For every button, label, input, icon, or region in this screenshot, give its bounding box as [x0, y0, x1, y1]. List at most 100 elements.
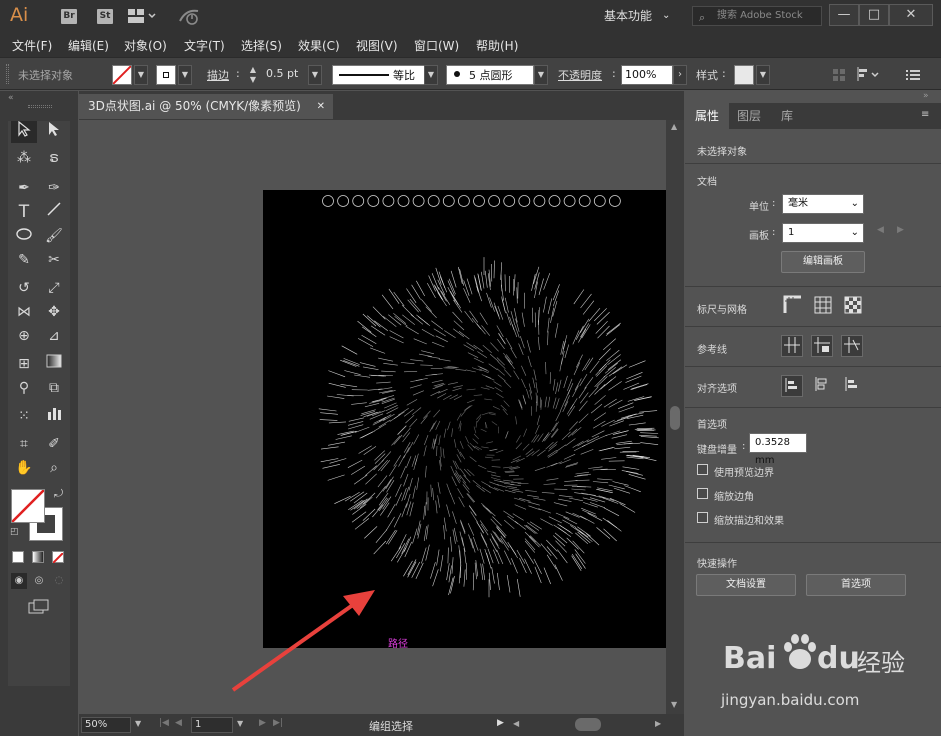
ruler-icon[interactable] [782, 295, 804, 317]
scroll-right-icon[interactable]: ▶ [655, 719, 661, 728]
stroke-swatch[interactable] [156, 65, 176, 85]
zoom-field[interactable]: 50% [81, 717, 131, 733]
last-artboard-icon[interactable]: ▶| [273, 718, 283, 728]
first-artboard-icon[interactable]: |◀ [159, 718, 169, 728]
menu-edit[interactable]: 编辑(E) [68, 37, 109, 54]
fill-swatch[interactable] [112, 65, 132, 85]
scissors-tool-icon[interactable]: ✂ [41, 249, 67, 271]
pen-tool-icon[interactable]: ✒ [11, 177, 37, 199]
collapse-right-panel-icon[interactable]: » [923, 91, 929, 101]
menu-help[interactable]: 帮助(H) [476, 37, 518, 54]
screen-mode-icon[interactable] [28, 599, 50, 615]
menu-view[interactable]: 视图(V) [356, 37, 398, 54]
artboard-dropdown-icon[interactable]: ▼ [237, 719, 243, 728]
preferences-button[interactable]: 首选项 [806, 574, 906, 596]
column-graph-tool-icon[interactable] [41, 405, 67, 427]
menu-window[interactable]: 窗口(W) [414, 37, 459, 54]
shaper-tool-icon[interactable]: ✎ [11, 249, 37, 271]
minimize-button[interactable]: — [829, 4, 859, 26]
workspace-switcher[interactable]: 基本功能 ⌄ [596, 5, 680, 27]
opacity-slider-toggle[interactable]: › [673, 65, 687, 85]
lock-guides-icon[interactable] [811, 335, 833, 357]
stroke-stepper[interactable]: ▲ ▼ [246, 65, 260, 85]
unit-select[interactable]: 毫米 ⌄ [782, 194, 864, 214]
lasso-tool-icon[interactable]: ຣ [41, 147, 67, 169]
bridge-button[interactable]: Br [61, 9, 77, 24]
puppet-warp-tool-icon[interactable]: ✥ [41, 301, 67, 323]
smart-guides-icon[interactable] [841, 335, 863, 357]
gradient-tool-icon[interactable] [41, 353, 67, 375]
menu-file[interactable]: 文件(F) [12, 37, 52, 54]
tab-properties[interactable]: 属性 [685, 103, 730, 129]
tab-layers[interactable]: 图层 [727, 103, 771, 129]
line-tool-icon[interactable] [41, 201, 67, 223]
align-to-artboard-icon[interactable] [841, 375, 863, 397]
prev-artboard-icon[interactable]: ◀ [877, 225, 884, 235]
mesh-tool-icon[interactable]: ⊞ [11, 353, 37, 375]
none-mode-icon[interactable] [52, 551, 64, 564]
keyboard-increment-field[interactable]: 0.3528 mm [749, 433, 807, 466]
status-menu-icon[interactable]: ▶ [497, 718, 504, 728]
hand-tool-icon[interactable]: ✋ [11, 457, 37, 479]
eyedropper-tool-icon[interactable]: ⚲ [11, 377, 37, 399]
graphic-style-dropdown[interactable]: ▼ [756, 65, 770, 85]
stock-search-input[interactable]: ⌕ 搜索 Adobe Stock [692, 6, 822, 26]
brush-dropdown[interactable]: ▼ [534, 65, 548, 85]
menu-effect[interactable]: 效果(C) [298, 37, 340, 54]
type-tool-icon[interactable]: T [11, 201, 37, 223]
scroll-left-icon[interactable]: ◀ [513, 719, 519, 728]
magic-wand-tool-icon[interactable]: ⁂ [11, 147, 37, 169]
vertical-scrollbar[interactable]: ▲ ▼ [666, 120, 684, 714]
swap-fill-stroke-icon[interactable]: ⤾ [54, 487, 63, 501]
artboard-select[interactable]: 1 ⌄ [782, 223, 864, 243]
document-tab-close[interactable]: ✕ [317, 94, 325, 119]
show-guides-icon[interactable] [781, 335, 803, 357]
grid-icon[interactable] [812, 295, 834, 317]
artboard-tool-icon[interactable]: ⌗ [11, 433, 37, 455]
stroke-dropdown[interactable]: ▼ [178, 65, 192, 85]
direct-selection-tool-icon[interactable] [41, 121, 67, 143]
color-mode-icon[interactable] [12, 551, 24, 563]
fill-color-front[interactable] [11, 489, 45, 523]
scale-tool-icon[interactable]: ⤢ [41, 277, 67, 299]
align-to-key-object-icon[interactable] [811, 375, 833, 397]
perspective-grid-tool-icon[interactable]: ⊿ [41, 325, 67, 347]
stock-button[interactable]: St [97, 9, 113, 24]
draw-normal-icon[interactable]: ◉ [11, 573, 27, 589]
fill-dropdown[interactable]: ▼ [134, 65, 148, 85]
ellipse-tool-icon[interactable] [11, 225, 37, 247]
collapse-panel-icon[interactable]: « [8, 93, 14, 103]
transparency-grid-icon[interactable] [842, 295, 864, 317]
vertical-scroll-thumb[interactable] [670, 406, 680, 430]
gpu-performance-icon[interactable] [178, 7, 202, 25]
scale-corners-checkbox[interactable] [697, 488, 708, 499]
graphic-style-swatch[interactable] [734, 65, 754, 85]
artboard-number-field[interactable]: 1 [191, 717, 233, 733]
symbol-sprayer-tool-icon[interactable]: ⁙ [11, 405, 37, 427]
menu-type[interactable]: 文字(T) [184, 37, 225, 54]
blend-tool-icon[interactable]: ⧉ [41, 377, 67, 399]
align-to-selection-icon[interactable] [781, 375, 803, 397]
stroke-label[interactable]: 描边 [207, 67, 229, 83]
document-tab[interactable]: 3D点状图.ai @ 50% (CMYK/像素预览) ✕ [79, 94, 333, 119]
scale-strokes-checkbox[interactable] [697, 512, 708, 523]
tab-libraries[interactable]: 库 [771, 103, 803, 129]
maximize-button[interactable]: □ [859, 4, 889, 26]
slice-tool-icon[interactable]: ✐ [41, 433, 67, 455]
align-options-icon[interactable] [857, 67, 879, 83]
next-artboard-icon[interactable]: ▶ [259, 718, 266, 728]
close-button[interactable]: ✕ [889, 4, 933, 26]
rotate-tool-icon[interactable]: ↺ [11, 277, 37, 299]
width-tool-icon[interactable]: ⋈ [11, 301, 37, 323]
opacity-field[interactable]: 100% [621, 65, 673, 85]
scroll-down-icon[interactable]: ▼ [671, 700, 677, 709]
menu-select[interactable]: 选择(S) [241, 37, 282, 54]
shape-builder-tool-icon[interactable]: ⊕ [11, 325, 37, 347]
curvature-tool-icon[interactable]: ✑ [41, 177, 67, 199]
zoom-dropdown-icon[interactable]: ▼ [135, 719, 141, 728]
edit-artboard-button[interactable]: 编辑画板 [781, 251, 865, 273]
menu-object[interactable]: 对象(O) [124, 37, 167, 54]
zoom-tool-icon[interactable]: ⌕ [41, 457, 67, 479]
horizontal-scroll-thumb[interactable] [575, 718, 601, 731]
scroll-up-icon[interactable]: ▲ [671, 122, 677, 131]
